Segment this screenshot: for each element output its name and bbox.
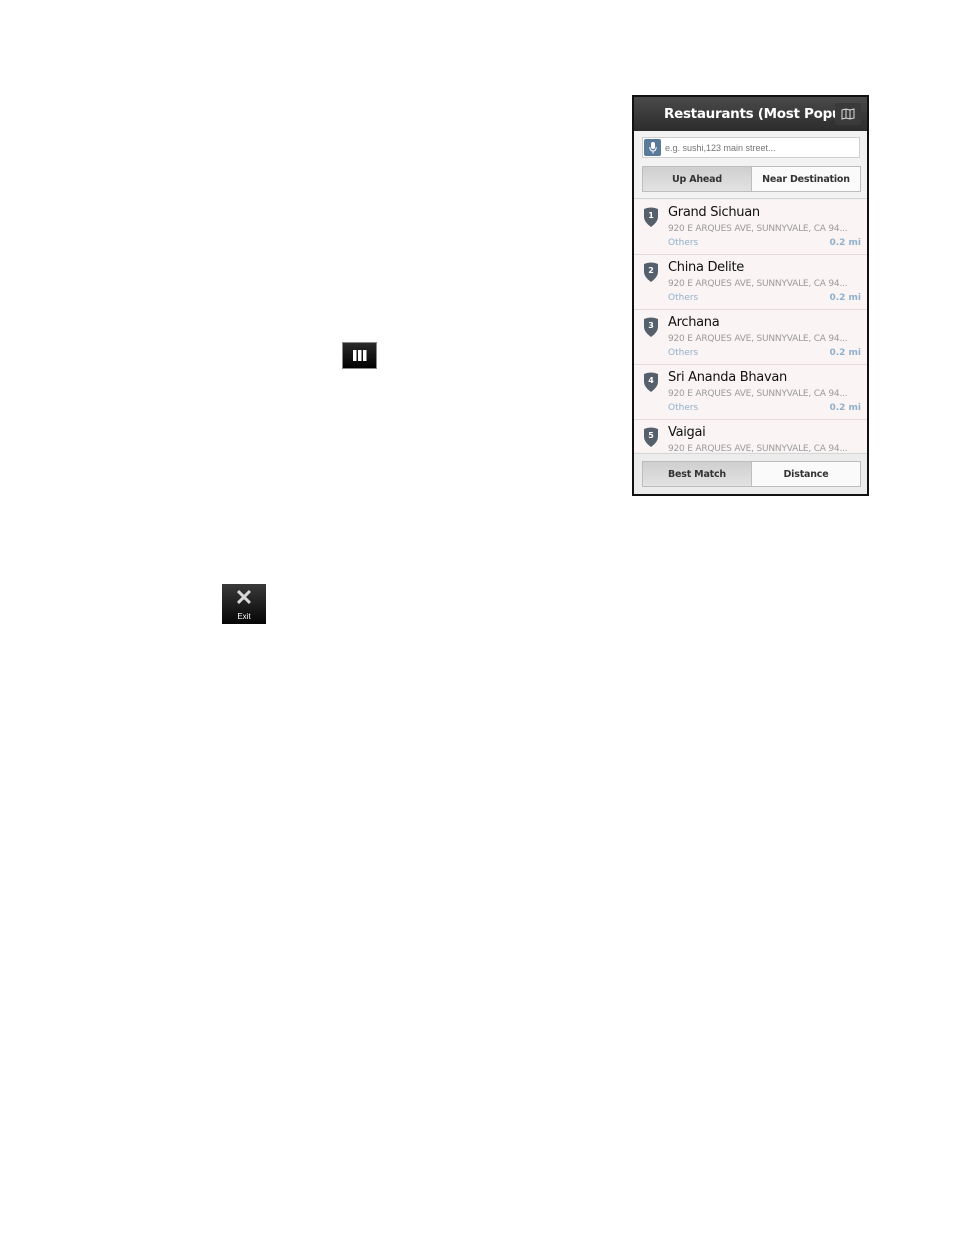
divider [634, 198, 867, 199]
list-item[interactable]: 5 Vaigai 920 E ARQUES AVE, SUNNYVALE, CA… [634, 420, 867, 452]
map-pin-icon: 3 [644, 317, 658, 337]
list-item[interactable]: 4 Sri Ananda Bhavan 920 E ARQUES AVE, SU… [634, 365, 867, 420]
search-input[interactable] [665, 140, 855, 155]
list-item[interactable]: 1 Grand Sichuan 920 E ARQUES AVE, SUNNYV… [634, 200, 867, 255]
title-bar: Restaurants (Most Popular [634, 97, 867, 131]
list-item[interactable]: 2 China Delite 920 E ARQUES AVE, SUNNYVA… [634, 255, 867, 310]
result-distance: 0.2 mi [829, 238, 861, 248]
tab-near-destination[interactable]: Near Destination [751, 167, 860, 191]
list-item[interactable]: 3 Archana 920 E ARQUES AVE, SUNNYVALE, C… [634, 310, 867, 365]
pin-number: 2 [648, 266, 654, 275]
microphone-icon[interactable] [644, 139, 661, 156]
tab-best-match[interactable]: Best Match [643, 462, 751, 486]
tab-distance[interactable]: Distance [751, 462, 860, 486]
results-list[interactable]: 1 Grand Sichuan 920 E ARQUES AVE, SUNNYV… [634, 200, 867, 452]
result-category: Others [668, 238, 699, 248]
location-filter-tabs: Up Ahead Near Destination [642, 166, 861, 192]
result-name: China Delite [668, 260, 744, 275]
map-pin-icon: 2 [644, 262, 658, 282]
result-distance: 0.2 mi [829, 403, 861, 413]
pin-number: 5 [648, 431, 654, 440]
result-distance: 0.2 mi [829, 293, 861, 303]
result-name: Archana [668, 315, 720, 330]
result-distance: 0.2 mi [829, 348, 861, 358]
result-name: Vaigai [668, 425, 706, 440]
pin-number: 4 [648, 376, 654, 385]
exit-label: Exit [237, 612, 251, 621]
map-pin-icon: 5 [644, 427, 658, 447]
result-category: Others [668, 403, 699, 413]
result-address: 920 E ARQUES AVE, SUNNYVALE, CA 94... [668, 334, 848, 344]
result-address: 920 E ARQUES AVE, SUNNYVALE, CA 94... [668, 389, 848, 399]
map-pin-icon: 1 [644, 207, 658, 227]
result-name: Sri Ananda Bhavan [668, 370, 787, 385]
map-icon [841, 108, 855, 120]
mic-glyph [648, 141, 657, 153]
result-address: 920 E ARQUES AVE, SUNNYVALE, CA 94... [668, 444, 848, 452]
screen-title: Restaurants (Most Popular [664, 106, 861, 122]
close-icon: ✕ [234, 585, 254, 610]
result-name: Grand Sichuan [668, 205, 760, 220]
result-category: Others [668, 293, 699, 303]
result-category: Others [668, 348, 699, 358]
restaurants-screen: Restaurants (Most Popular Up Ahead Near … [632, 95, 869, 496]
pin-number: 1 [648, 211, 654, 220]
result-address: 920 E ARQUES AVE, SUNNYVALE, CA 94... [668, 224, 848, 234]
sort-tabs: Best Match Distance [642, 461, 861, 487]
result-address: 920 E ARQUES AVE, SUNNYVALE, CA 94... [668, 279, 848, 289]
search-field[interactable] [642, 137, 860, 158]
tab-up-ahead[interactable]: Up Ahead [643, 167, 751, 191]
map-pin-icon: 4 [644, 372, 658, 392]
map-glyph [352, 350, 366, 361]
divider [634, 453, 867, 454]
exit-icon: ✕ Exit [222, 584, 266, 624]
map-view-button[interactable] [835, 103, 861, 125]
map-icon [342, 342, 377, 369]
pin-number: 3 [648, 321, 654, 330]
